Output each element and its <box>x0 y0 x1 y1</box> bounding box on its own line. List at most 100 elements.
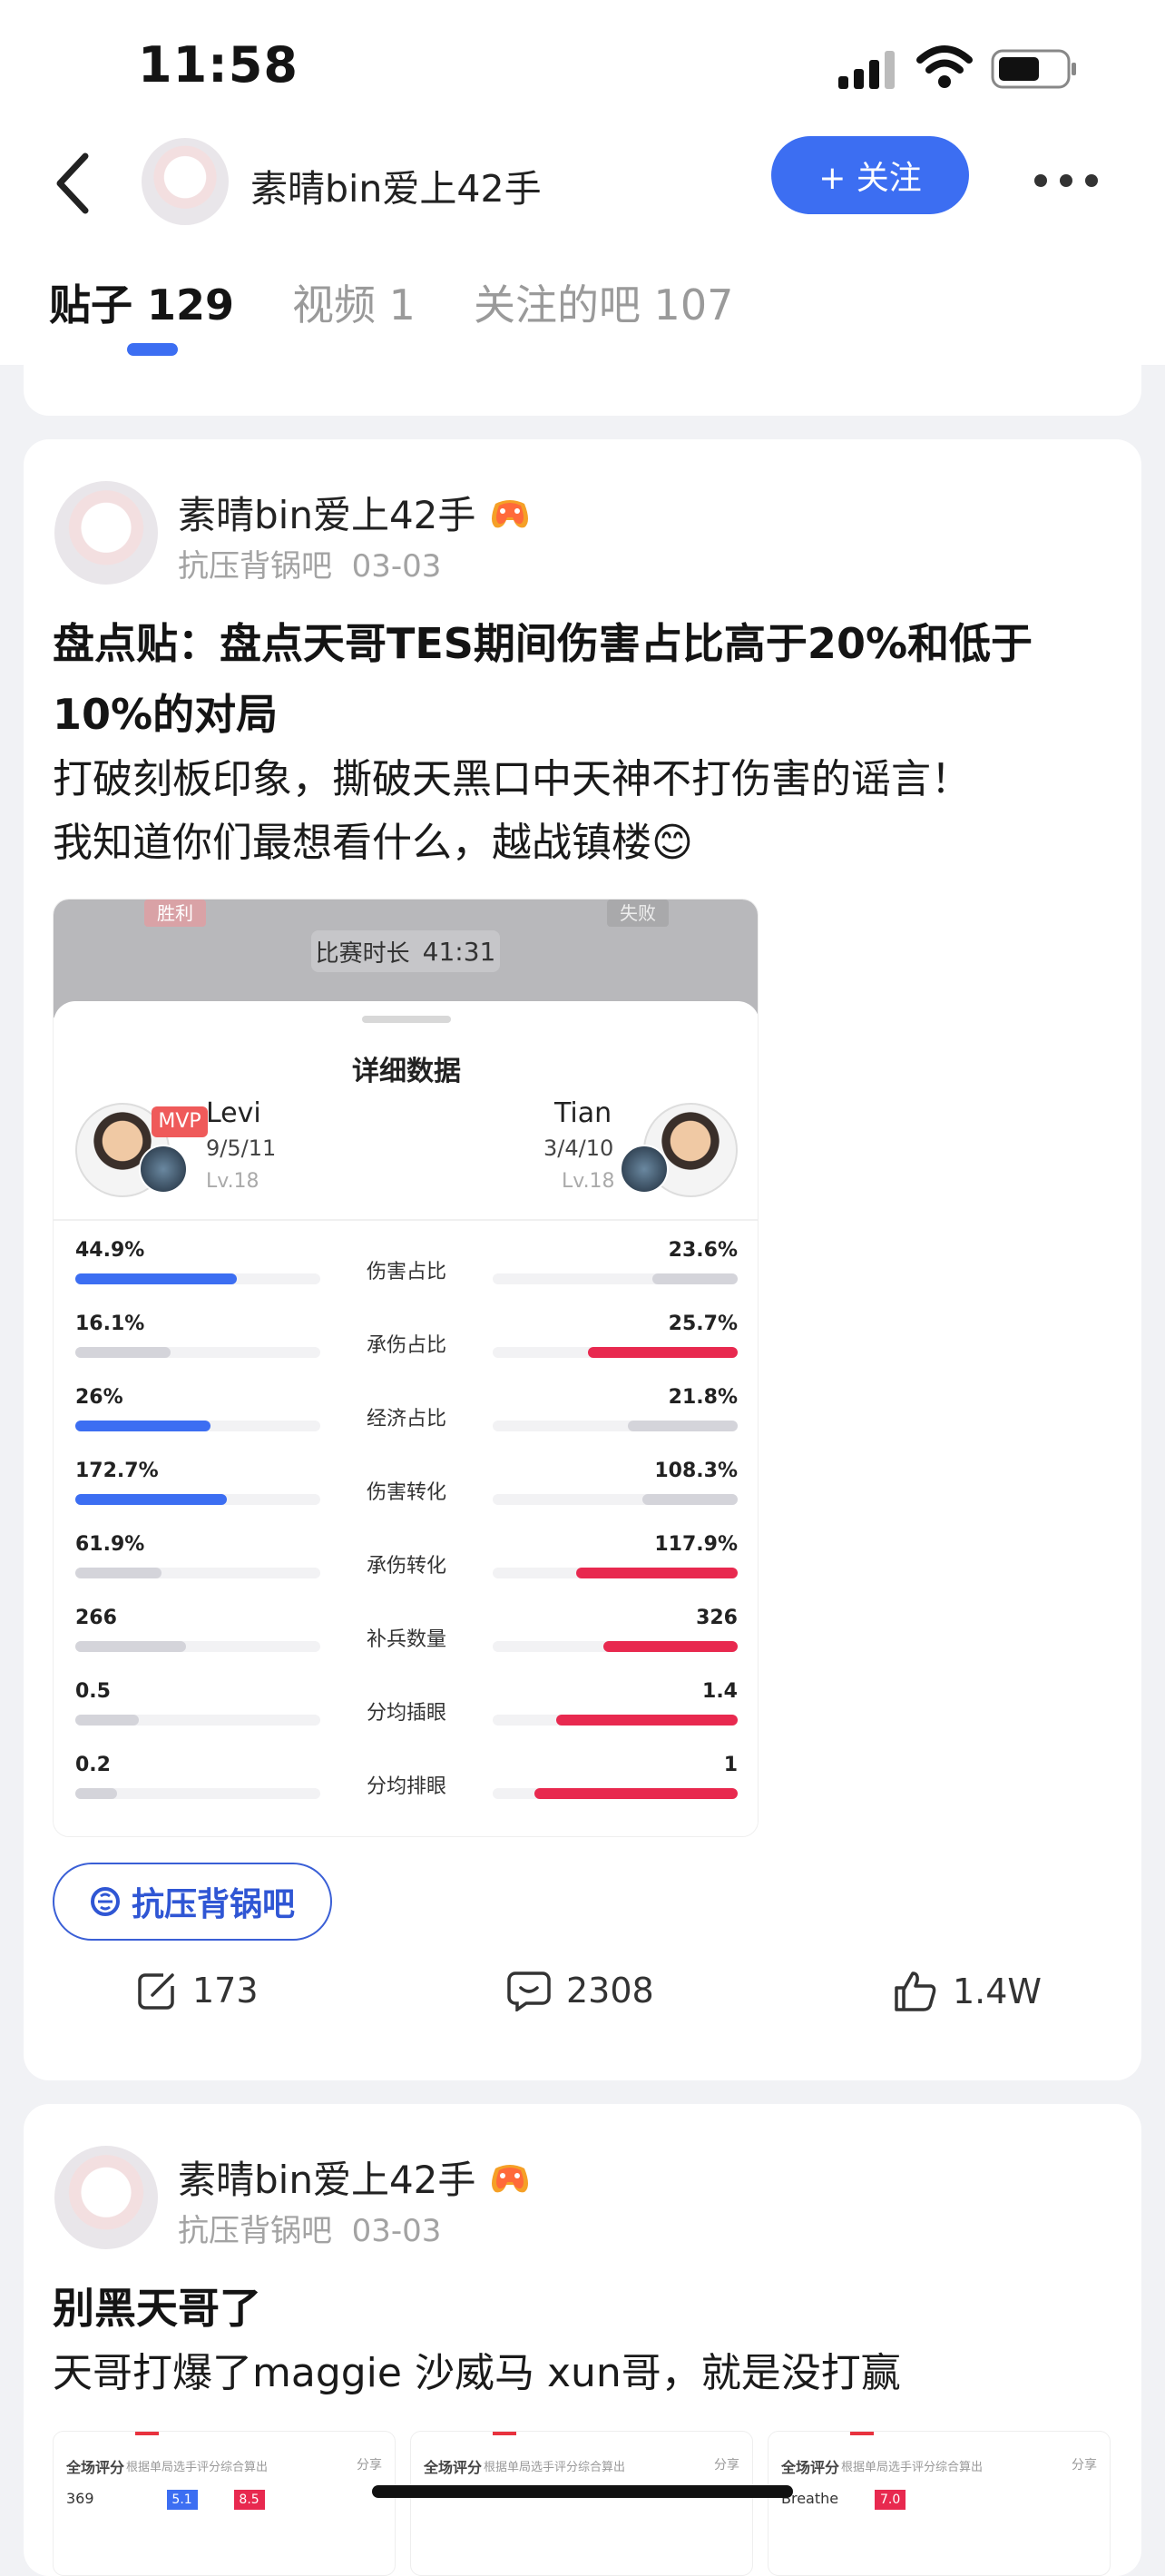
stat-right-bar <box>493 1347 738 1358</box>
post-image[interactable]: 全场评分 根据单局选手评分综合算出 分享 Breathe 7.0 <box>768 2431 1111 2576</box>
post-meta: 抗压背锅吧 03-03 <box>178 2206 441 2250</box>
share-button[interactable]: 173 <box>136 1970 259 2011</box>
stat-right-value: 23.6% <box>668 1239 738 1262</box>
post-meta: 抗压背锅吧 03-03 <box>178 541 441 585</box>
author-name: 素晴bin爱上42手 <box>178 2158 476 2202</box>
duration-label: 比赛时长 <box>315 939 410 968</box>
thumb-subtitle: 根据单局选手评分综合算出 <box>841 2461 984 2474</box>
stat-left-bar <box>75 1788 320 1799</box>
forum-icon <box>90 1887 120 1916</box>
stat-row: 266 补兵数量 326 <box>54 1607 758 1679</box>
avatar[interactable] <box>142 138 229 225</box>
forum-name[interactable]: 抗压背锅吧 <box>178 2213 332 2249</box>
player-kda: 9/5/11 <box>206 1136 277 1161</box>
post-image-row: 全场评分 根据单局选手评分综合算出 分享 369 5.1 8.5 全场评分 根据单局… <box>53 2431 1123 2576</box>
post-title[interactable]: 盘点贴：盘点天哥TES期间伤害占比高于20%和低于10%的对局 <box>53 608 1123 750</box>
post-body-line: 天哥打爆了maggie 沙威马 xun哥，就是没打赢 <box>53 2350 901 2396</box>
champion-icon <box>139 1145 188 1194</box>
comment-count: 2308 <box>566 1971 654 2011</box>
stat-right-fill <box>602 1641 738 1652</box>
stat-left-fill <box>75 1568 162 1578</box>
thumb-player: 369 <box>66 2490 94 2507</box>
stat-row: 172.7% 伤害转化 108.3% <box>54 1460 758 1532</box>
stat-left-fill <box>75 1494 228 1505</box>
match-duration: 比赛时长 41:31 <box>311 930 500 972</box>
stat-row: 61.9% 承伤转化 117.9% <box>54 1533 758 1606</box>
thumb-share: 分享 <box>357 2458 382 2473</box>
avatar[interactable] <box>54 2146 158 2249</box>
player-level: Lv.18 <box>562 1170 615 1193</box>
stat-left-bar <box>75 1715 320 1726</box>
stat-left-bar <box>75 1347 320 1358</box>
stat-right-value: 108.3% <box>654 1460 738 1482</box>
stat-right-bar <box>493 1788 738 1799</box>
post-card[interactable]: 素晴bin爱上42手 抗压背锅吧 03-03 别黑天哥了 天哥打爆了maggie… <box>24 2104 1141 2576</box>
comment-button[interactable]: 2308 <box>506 1970 654 2011</box>
stat-row: 0.2 分均排眼 1 <box>54 1754 758 1826</box>
stat-row: 0.5 分均插眼 1.4 <box>54 1680 758 1753</box>
comment-icon <box>507 1971 551 2011</box>
post-body-line: 打破刻板印象，撕破天黑口中天神不打伤害的谣言！ <box>53 756 971 802</box>
mvp-badge: MVP <box>152 1106 208 1137</box>
thumb-title: 全场评分 <box>781 2459 840 2476</box>
stat-right-fill <box>641 1494 738 1505</box>
username: 素晴bin爱上42手 <box>250 167 542 211</box>
stat-right-fill <box>556 1715 738 1726</box>
tab-followed-forums[interactable]: 关注的吧 107 <box>474 272 733 332</box>
post-card[interactable]: 素晴bin爱上42手 抗压背锅吧 03-03 盘点贴：盘点天哥TES期间伤害占比… <box>24 439 1141 2080</box>
home-indicator <box>372 2485 793 2498</box>
more-options-icon[interactable] <box>1034 174 1098 192</box>
post-image[interactable]: 全场评分 根据单局选手评分综合算出 分享 <box>410 2431 753 2576</box>
thumb-subtitle: 根据单局选手评分综合算出 <box>126 2461 269 2474</box>
tab-posts[interactable]: 贴子 129 <box>49 272 234 332</box>
stat-right-fill <box>627 1421 738 1431</box>
stat-right-fill <box>588 1347 738 1358</box>
post-image[interactable]: 胜利 失败 比赛时长 41:31 详细数据 MVP Levi 9/5/11 Lv.… <box>53 899 759 1837</box>
follow-button[interactable]: + 关注 <box>771 136 969 214</box>
battery-icon <box>991 49 1076 89</box>
thumb-score: 5.1 <box>166 2490 198 2510</box>
back-arrow-icon[interactable] <box>47 149 102 218</box>
stat-right-fill <box>534 1788 738 1799</box>
player-level: Lv.18 <box>206 1170 259 1193</box>
stat-left-fill <box>75 1273 238 1284</box>
share-count: 173 <box>192 1971 259 2011</box>
player-kda: 3/4/10 <box>543 1136 614 1161</box>
stat-left-bar <box>75 1273 320 1284</box>
stat-right-bar <box>493 1641 738 1652</box>
like-count: 1.4W <box>953 1971 1043 2011</box>
stat-right-value: 1 <box>723 1754 738 1776</box>
avatar[interactable] <box>54 481 158 585</box>
gamepad-badge-icon <box>492 499 529 527</box>
stat-right-value: 117.9% <box>654 1533 738 1556</box>
like-button[interactable]: 1.4W <box>893 1970 1042 2013</box>
stat-row: 26% 经济占比 21.8% <box>54 1386 758 1459</box>
stat-row: 16.1% 承伤占比 25.7% <box>54 1313 758 1385</box>
stat-row: 44.9% 伤害占比 23.6% <box>54 1239 758 1312</box>
thumb-row: 369 5.1 8.5 <box>66 2490 265 2510</box>
post-author[interactable]: 素晴bin爱上42手 <box>178 2149 532 2205</box>
thumb-score: 8.5 <box>233 2490 265 2510</box>
stat-left-bar <box>75 1568 320 1578</box>
champion-icon <box>620 1145 669 1194</box>
active-tab-indicator <box>127 343 178 356</box>
share-icon <box>138 1973 174 2010</box>
forum-name[interactable]: 抗压背锅吧 <box>178 548 332 585</box>
tab-videos[interactable]: 视频 1 <box>292 272 416 332</box>
post-image[interactable]: 全场评分 根据单局选手评分综合算出 分享 369 5.1 8.5 <box>53 2431 396 2576</box>
forum-chip[interactable]: 抗压背锅吧 <box>53 1863 332 1941</box>
forum-chip-label: 抗压背锅吧 <box>131 1886 295 1923</box>
thumbs-up-icon <box>895 1971 936 2011</box>
thumb-share: 分享 <box>1072 2458 1097 2473</box>
post-title[interactable]: 别黑天哥了 <box>53 2273 1123 2344</box>
post-date: 03-03 <box>351 548 442 585</box>
stat-right-value: 21.8% <box>668 1386 738 1409</box>
stat-right-value: 326 <box>696 1607 738 1629</box>
post-author[interactable]: 素晴bin爱上42手 <box>178 485 532 540</box>
post-body-line: 我知道你们最想看什么，越战镇楼😊 <box>53 820 693 866</box>
status-bar: 11:58 <box>0 0 1165 127</box>
stat-right-bar <box>493 1421 738 1431</box>
stat-right-bar <box>493 1715 738 1726</box>
stat-right-value: 25.7% <box>668 1313 738 1335</box>
detail-stats-sheet: 详细数据 MVP Levi 9/5/11 Lv.18 Tian 3/4/10 L… <box>54 1001 758 1836</box>
